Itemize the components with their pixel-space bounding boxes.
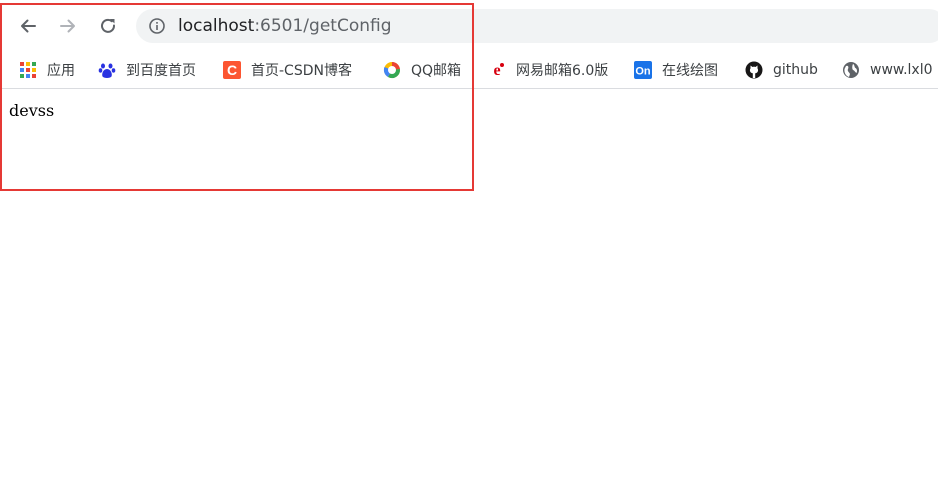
bookmark-label: 在线绘图 xyxy=(662,63,718,79)
globe-icon xyxy=(842,61,860,79)
bookmark-label: 到百度首页 xyxy=(126,63,196,79)
address-bar[interactable]: localhost:6501/getConfig xyxy=(136,9,938,43)
url-text[interactable]: localhost:6501/getConfig xyxy=(178,16,392,36)
bookmark-label: 应用 xyxy=(47,63,75,79)
bookmark-baidu[interactable]: 到百度首页 xyxy=(98,58,196,82)
bookmark-github[interactable]: github xyxy=(745,58,818,82)
bookmark-label: github xyxy=(773,62,818,78)
back-arrow-icon xyxy=(21,19,36,33)
on-drawio-icon: On xyxy=(634,61,652,79)
bookmark-label: www.lxl0 xyxy=(870,62,933,78)
browser-toolbar: localhost:6501/getConfig xyxy=(0,0,938,52)
bookmark-netease-mail[interactable]: e 网易邮箱6.0版 xyxy=(488,58,608,82)
url-host: localhost xyxy=(178,16,255,36)
baidu-paw-icon xyxy=(98,61,116,79)
reload-button[interactable] xyxy=(94,12,122,40)
csdn-letter: C xyxy=(227,62,237,78)
bookmark-label: QQ邮箱 xyxy=(411,63,462,79)
netease-letter: e xyxy=(493,62,500,79)
back-button[interactable] xyxy=(14,12,42,40)
bookmark-label: 首页-CSDN博客 xyxy=(251,63,352,79)
bookmark-qq-mail[interactable]: QQ邮箱 xyxy=(383,58,461,82)
bookmark-label: 网易邮箱6.0版 xyxy=(516,63,609,79)
url-path: :6501/getConfig xyxy=(254,16,392,36)
csdn-c-icon: C xyxy=(223,61,241,79)
bookmark-apps[interactable]: 应用 xyxy=(19,58,75,82)
forward-arrow-icon xyxy=(60,19,75,33)
bookmark-csdn[interactable]: C 首页-CSDN博客 xyxy=(223,58,352,82)
bookmark-lxl[interactable]: www.lxl0 xyxy=(842,58,933,82)
on-label: On xyxy=(635,66,651,78)
info-icon[interactable] xyxy=(148,17,166,35)
bookmark-online-drawing[interactable]: On 在线绘图 xyxy=(634,58,718,82)
reload-icon xyxy=(101,18,116,33)
bookmarks-bar: 应用 到百度首页 C 首页-CSDN博客 QQ邮箱 e 网易邮箱6.0版 On … xyxy=(0,52,938,89)
github-icon xyxy=(745,61,763,79)
qq-mail-icon xyxy=(383,61,401,79)
page-body-text: devss xyxy=(9,101,55,120)
forward-button[interactable] xyxy=(54,12,82,40)
apps-grid-icon xyxy=(19,61,37,79)
netease-mail-icon: e xyxy=(488,61,506,79)
